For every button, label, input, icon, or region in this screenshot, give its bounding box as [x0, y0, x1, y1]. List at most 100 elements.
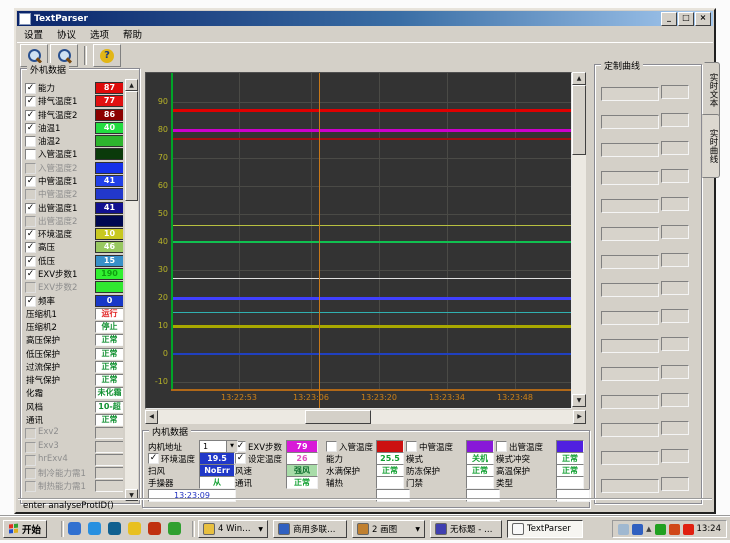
menu-item-1[interactable]: 协议: [50, 27, 83, 41]
internet-explorer-icon[interactable]: [68, 522, 81, 535]
taskbar-button-1[interactable]: 商用多联第...: [273, 520, 347, 538]
notes-icon[interactable]: [128, 522, 141, 535]
checked-checkbox[interactable]: ✓: [25, 123, 36, 134]
custom-curve-name-input[interactable]: [601, 395, 659, 409]
scroll-up-button[interactable]: ▲: [125, 79, 138, 91]
custom-curve-value-input[interactable]: [661, 85, 689, 99]
unchecked-checkbox[interactable]: [25, 189, 36, 200]
unchecked-checkbox[interactable]: [25, 455, 36, 466]
custom-curve-value-input[interactable]: [661, 393, 689, 407]
unchecked-checkbox[interactable]: [25, 136, 36, 147]
checked-checkbox[interactable]: ✓: [25, 269, 36, 280]
custom-curve-value-input[interactable]: [661, 141, 689, 155]
scrollbar-thumb[interactable]: [305, 410, 371, 424]
antivirus-icon[interactable]: [655, 524, 666, 535]
menu-item-2[interactable]: 选项: [83, 27, 116, 41]
scroll-right-button[interactable]: ▶: [573, 410, 586, 424]
custom-curve-value-input[interactable]: [661, 169, 689, 183]
custom-curve-value-input[interactable]: [661, 365, 689, 379]
unchecked-checkbox[interactable]: [25, 216, 36, 227]
menu-item-0[interactable]: 设置: [17, 27, 50, 41]
show-hidden-icons-arrow[interactable]: ▲: [646, 525, 651, 533]
custom-curve-name-input[interactable]: [601, 423, 659, 437]
unchecked-checkbox[interactable]: [25, 428, 36, 439]
outlook-icon[interactable]: [88, 522, 101, 535]
chart-vertical-scrollbar[interactable]: ▲ ▼: [572, 72, 586, 407]
checked-checkbox[interactable]: ✓: [25, 176, 36, 187]
custom-curve-value-input[interactable]: [661, 113, 689, 127]
chart-horizontal-scrollbar[interactable]: ◀ ▶: [145, 410, 586, 424]
custom-curve-name-input[interactable]: [601, 311, 659, 325]
unchecked-checkbox[interactable]: [25, 481, 36, 492]
custom-curve-name-input[interactable]: [601, 339, 659, 353]
unchecked-checkbox[interactable]: [326, 441, 337, 452]
security-icon[interactable]: [148, 522, 161, 535]
unchecked-checkbox[interactable]: [25, 149, 36, 160]
custom-curve-value-input[interactable]: [661, 197, 689, 211]
custom-curve-name-input[interactable]: [601, 479, 659, 493]
custom-curve-name-input[interactable]: [601, 255, 659, 269]
unchecked-checkbox[interactable]: [25, 442, 36, 453]
custom-curve-name-input[interactable]: [601, 367, 659, 381]
scroll-left-button[interactable]: ◀: [145, 410, 158, 424]
alert-icon[interactable]: [683, 524, 694, 535]
update-icon[interactable]: [669, 524, 680, 535]
dropdown-arrow-icon[interactable]: ▼: [226, 441, 237, 452]
custom-curve-name-input[interactable]: [601, 115, 659, 129]
unchecked-checkbox[interactable]: [25, 282, 36, 293]
checked-checkbox[interactable]: ✓: [25, 256, 36, 267]
scrollbar-thumb[interactable]: [125, 91, 138, 201]
unchecked-checkbox[interactable]: [25, 468, 36, 479]
custom-curve-value-input[interactable]: [661, 309, 689, 323]
scrollbar-thumb[interactable]: [572, 85, 586, 155]
custom-curve-name-input[interactable]: [601, 283, 659, 297]
custom-curve-value-input[interactable]: [661, 337, 689, 351]
custom-curve-name-input[interactable]: [601, 451, 659, 465]
scroll-down-button[interactable]: ▼: [572, 394, 586, 407]
checked-checkbox[interactable]: ✓: [25, 110, 36, 121]
taskbar-button-0[interactable]: 4 Windows...▼: [198, 520, 268, 538]
unchecked-checkbox[interactable]: [496, 441, 507, 452]
dropdown-arrow-icon[interactable]: ▼: [415, 526, 420, 533]
scroll-up-button[interactable]: ▲: [572, 72, 586, 85]
checked-checkbox[interactable]: ✓: [25, 296, 36, 307]
taskbar-button-2[interactable]: 2 画图▼: [352, 520, 425, 538]
outdoor-list-scrollbar[interactable]: ▲ ▼: [125, 79, 138, 501]
custom-curve-value-input[interactable]: [661, 421, 689, 435]
checked-checkbox[interactable]: ✓: [25, 229, 36, 240]
side-tab-1[interactable]: 实时曲线: [702, 114, 720, 178]
side-tab-0[interactable]: 实时文本: [704, 62, 720, 118]
taskbar-button-3[interactable]: 无标题 - C...: [430, 520, 502, 538]
unchecked-checkbox[interactable]: [406, 441, 417, 452]
custom-curve-value-input[interactable]: [661, 477, 689, 491]
checked-checkbox[interactable]: ✓: [235, 453, 246, 464]
messenger-icon[interactable]: [168, 522, 181, 535]
checked-checkbox[interactable]: ✓: [148, 453, 159, 464]
checked-checkbox[interactable]: ✓: [25, 242, 36, 253]
messenger-dove-icon[interactable]: [618, 524, 629, 535]
minimize-button[interactable]: _: [661, 12, 677, 26]
maximize-button[interactable]: □: [678, 12, 694, 26]
menu-item-3[interactable]: 帮助: [116, 27, 149, 41]
custom-curve-value-input[interactable]: [661, 281, 689, 295]
network-status-icon[interactable]: [632, 524, 643, 535]
custom-curve-name-input[interactable]: [601, 87, 659, 101]
custom-curve-name-input[interactable]: [601, 143, 659, 157]
custom-curve-value-input[interactable]: [661, 253, 689, 267]
custom-curve-name-input[interactable]: [601, 171, 659, 185]
checked-checkbox[interactable]: ✓: [25, 203, 36, 214]
dropdown-arrow-icon[interactable]: ▼: [258, 526, 263, 533]
taskbar-button-4[interactable]: TextParser: [507, 520, 583, 538]
unchecked-checkbox[interactable]: [25, 163, 36, 174]
custom-curve-name-input[interactable]: [601, 199, 659, 213]
close-button[interactable]: ×: [695, 12, 711, 26]
custom-curve-value-input[interactable]: [661, 449, 689, 463]
media-player-icon[interactable]: [108, 522, 121, 535]
custom-curve-value-input[interactable]: [661, 225, 689, 239]
help-button[interactable]: ?: [93, 44, 121, 67]
custom-curve-name-input[interactable]: [601, 227, 659, 241]
checked-checkbox[interactable]: ✓: [25, 96, 36, 107]
start-button[interactable]: 开始: [3, 520, 47, 538]
titlebar[interactable]: TextParser _□×: [17, 11, 713, 26]
checked-checkbox[interactable]: ✓: [25, 83, 36, 94]
